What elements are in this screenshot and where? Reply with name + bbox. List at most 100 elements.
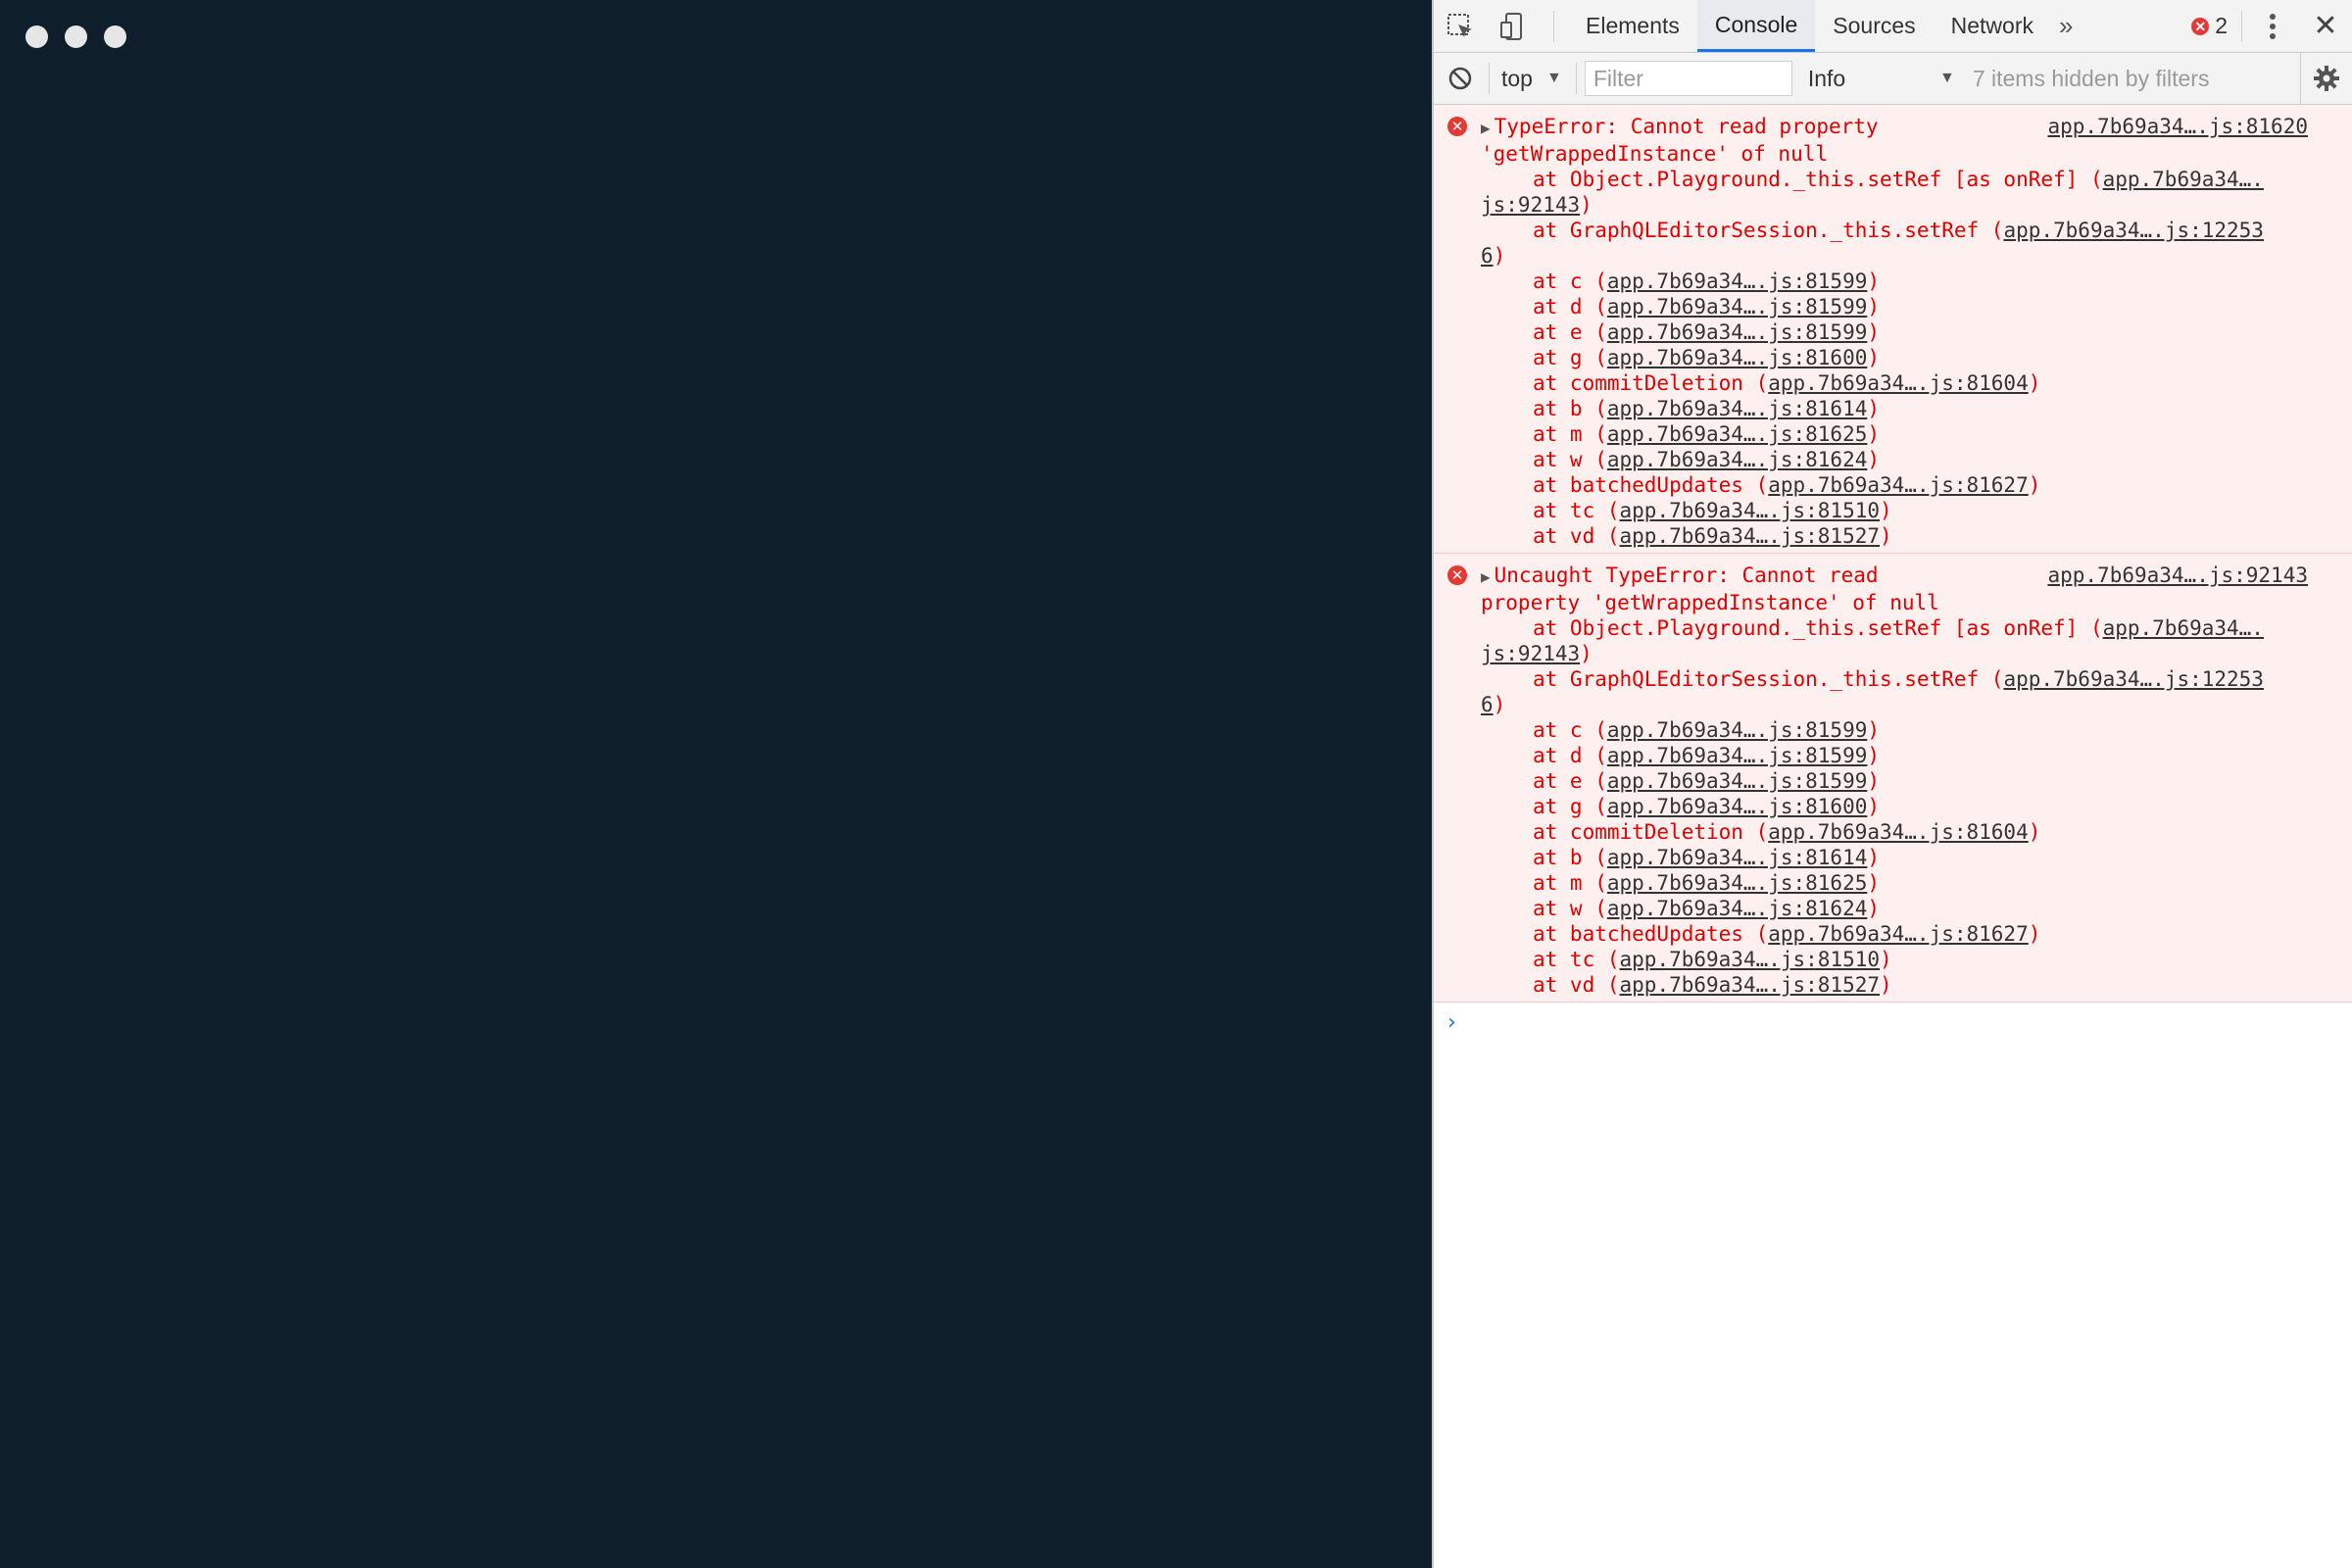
stack-frame-link[interactable]: app.7b69a34….js:81527	[1620, 973, 1881, 997]
toolbar-separator	[1489, 63, 1490, 94]
inspect-element-icon[interactable]	[1434, 0, 1487, 52]
dot-3	[104, 25, 126, 48]
expand-triangle-icon[interactable]: ▶	[1481, 567, 1491, 586]
device-toolbar-icon[interactable]	[1487, 0, 1540, 52]
context-selector[interactable]: top ▼	[1492, 66, 1572, 92]
stack-frame: at commitDeletion (app.7b69a34….js:81604…	[1481, 819, 2340, 845]
console-error-message[interactable]: ✕ app.7b69a34….js:92143 ▶ Uncaught TypeErro…	[1434, 554, 2352, 1003]
stack-frame-link[interactable]: app.7b69a34….js:81624	[1607, 897, 1868, 920]
stack-frame: at g (app.7b69a34….js:81600)	[1481, 345, 2340, 370]
stack-frame: at e (app.7b69a34….js:81599)	[1481, 768, 2340, 794]
stack-frame-link[interactable]: app.7b69a34….js:81599	[1607, 718, 1868, 742]
stack-frame-function: at tc (	[1533, 948, 1620, 971]
stack-frame-link[interactable]: app.7b69a34….js:81604	[1768, 371, 2029, 395]
stack-frame-paren: )	[1493, 693, 1506, 716]
stack-frame-link[interactable]: js:92143	[1481, 193, 1580, 217]
stack-frame-link[interactable]: app.7b69a34….js:81625	[1607, 871, 1868, 895]
stack-frame: at GraphQLEditorSession._this.setRef (ap…	[1481, 666, 2340, 692]
stack-frame-link[interactable]: app.7b69a34….js:81599	[1607, 320, 1868, 344]
devtools-panel: Elements Console Sources Network » ✕ 2 ✕	[1432, 0, 2352, 1568]
stack-frame-link[interactable]: app.7b69a34….js:81600	[1607, 346, 1868, 369]
stack-frame-link[interactable]: app.7b69a34….js:81614	[1607, 397, 1868, 420]
stack-frame-link[interactable]: app.7b69a34….js:81624	[1607, 448, 1868, 471]
message-title-line-1: TypeError: Cannot read property	[1494, 115, 1879, 138]
stack-frame-wrap: js:92143)	[1481, 192, 2340, 218]
stack-frame-function: at GraphQLEditorSession._this.setRef (	[1533, 219, 2004, 242]
stack-frame-function: at m (	[1533, 871, 1607, 895]
stack-frame: at g (app.7b69a34….js:81600)	[1481, 794, 2340, 819]
stack-frame-link[interactable]: app.7b69a34….js:81599	[1607, 744, 1868, 767]
stack-frame-paren: )	[1580, 642, 1592, 665]
stack-frame-wrap: js:92143)	[1481, 641, 2340, 666]
stack-frame-link[interactable]: app.7b69a34….js:81599	[1607, 769, 1868, 793]
stack-frame-link[interactable]: app.7b69a34….js:12253	[2003, 667, 2264, 691]
stack-frame-paren: )	[1880, 948, 1892, 971]
stack-frame-paren: )	[1867, 346, 1881, 369]
close-devtools-button[interactable]: ✕	[2299, 0, 2352, 52]
filter-input[interactable]	[1584, 61, 1792, 96]
stack-frame-link[interactable]: 6	[1481, 244, 1494, 268]
stack-frame: at Object.Playground._this.setRef [as on…	[1481, 167, 2340, 192]
stack-frame-function: at batchedUpdates (	[1533, 473, 1769, 497]
stack-frame-paren: )	[1880, 973, 1892, 997]
stack-frame: at c (app.7b69a34….js:81599)	[1481, 269, 2340, 294]
stack-frame-function: at vd (	[1533, 524, 1620, 548]
message-title[interactable]: ▶ Uncaught TypeError: Cannot read	[1481, 563, 1981, 590]
dot-2	[65, 25, 87, 48]
toolbar-separator	[1553, 10, 1554, 42]
log-level-selector[interactable]: Info ▼	[1792, 66, 1971, 92]
stack-frame-wrap: 6)	[1481, 243, 2340, 269]
tab-elements[interactable]: Elements	[1568, 0, 1697, 52]
stack-frame-link[interactable]: app.7b69a34….js:81599	[1607, 270, 1868, 293]
error-count-badge[interactable]: ✕ 2	[2178, 13, 2241, 39]
stack-frame: at m (app.7b69a34….js:81625)	[1481, 421, 2340, 447]
app-viewport	[0, 0, 1432, 1568]
stack-frame-function: at commitDeletion (	[1533, 371, 1769, 395]
stack-frame-link[interactable]: app.7b69a34….js:81614	[1607, 846, 1868, 869]
message-title[interactable]: ▶ TypeError: Cannot read property	[1481, 114, 1981, 141]
message-title-line-1: Uncaught TypeError: Cannot read	[1494, 564, 1879, 587]
stack-frame-function: at vd (	[1533, 973, 1620, 997]
stack-frame-link[interactable]: app.7b69a34….	[2103, 616, 2264, 640]
more-tabs-button[interactable]: »	[2051, 0, 2081, 52]
stack-frame: at batchedUpdates (app.7b69a34….js:81627…	[1481, 921, 2340, 947]
stack-frame-link[interactable]: app.7b69a34….js:81604	[1768, 820, 2029, 844]
stack-frame-link[interactable]: app.7b69a34….	[2103, 168, 2264, 191]
console-prompt[interactable]: ›	[1434, 1003, 2352, 1042]
tab-console[interactable]: Console	[1696, 0, 1816, 52]
tab-sources[interactable]: Sources	[1815, 0, 1933, 52]
stack-frame-link[interactable]: app.7b69a34….js:12253	[2003, 219, 2264, 242]
tab-network[interactable]: Network	[1934, 0, 2051, 52]
message-title-line-2: 'getWrappedInstance' of null	[1481, 142, 1829, 166]
console-settings-gear-icon[interactable]	[2300, 53, 2352, 104]
stack-frame: at b (app.7b69a34….js:81614)	[1481, 845, 2340, 870]
stack-frame-link[interactable]: app.7b69a34….js:81599	[1607, 295, 1868, 318]
stack-frame-link[interactable]: app.7b69a34….js:81527	[1620, 524, 1881, 548]
message-source-link[interactable]: app.7b69a34….js:81620	[2047, 115, 2308, 138]
stack-frame-link[interactable]: app.7b69a34….js:81627	[1768, 473, 2029, 497]
stack-frame-paren: )	[1580, 193, 1592, 217]
stack-frame-link[interactable]: app.7b69a34….js:81510	[1620, 499, 1881, 522]
message-source-link[interactable]: app.7b69a34….js:92143	[2047, 564, 2308, 587]
stack-frame-function: at Object.Playground._this.setRef [as on…	[1533, 616, 2103, 640]
stack-frame-link[interactable]: js:92143	[1481, 642, 1580, 665]
stack-frame-link[interactable]: app.7b69a34….js:81600	[1607, 795, 1868, 818]
stack-frame-link[interactable]: app.7b69a34….js:81510	[1620, 948, 1881, 971]
console-error-message[interactable]: ✕ app.7b69a34….js:81620 ▶ TypeError: Cannot…	[1434, 105, 2352, 554]
stack-frame-paren: )	[2028, 473, 2041, 497]
stack-frame: at b (app.7b69a34….js:81614)	[1481, 396, 2340, 421]
customize-menu-icon[interactable]	[2246, 0, 2299, 52]
stack-frame-paren: )	[1867, 769, 1881, 793]
clear-console-icon[interactable]	[1434, 53, 1487, 104]
stack-frame-link[interactable]: 6	[1481, 693, 1494, 716]
stack-frame-link[interactable]: app.7b69a34….js:81625	[1607, 422, 1868, 446]
stack-frame-link[interactable]: app.7b69a34….js:81627	[1768, 922, 2029, 946]
stack-frame-function: at commitDeletion (	[1533, 820, 1769, 844]
log-level-value: Info	[1807, 65, 1846, 91]
stack-frame: at vd (app.7b69a34….js:81527)	[1481, 523, 2340, 549]
stack-frame-paren: )	[1867, 270, 1881, 293]
stack-frame-function: at c (	[1533, 270, 1607, 293]
chevron-down-icon: ▼	[1938, 70, 1955, 86]
expand-triangle-icon[interactable]: ▶	[1481, 119, 1491, 137]
stack-frame-function: at GraphQLEditorSession._this.setRef (	[1533, 667, 2004, 691]
